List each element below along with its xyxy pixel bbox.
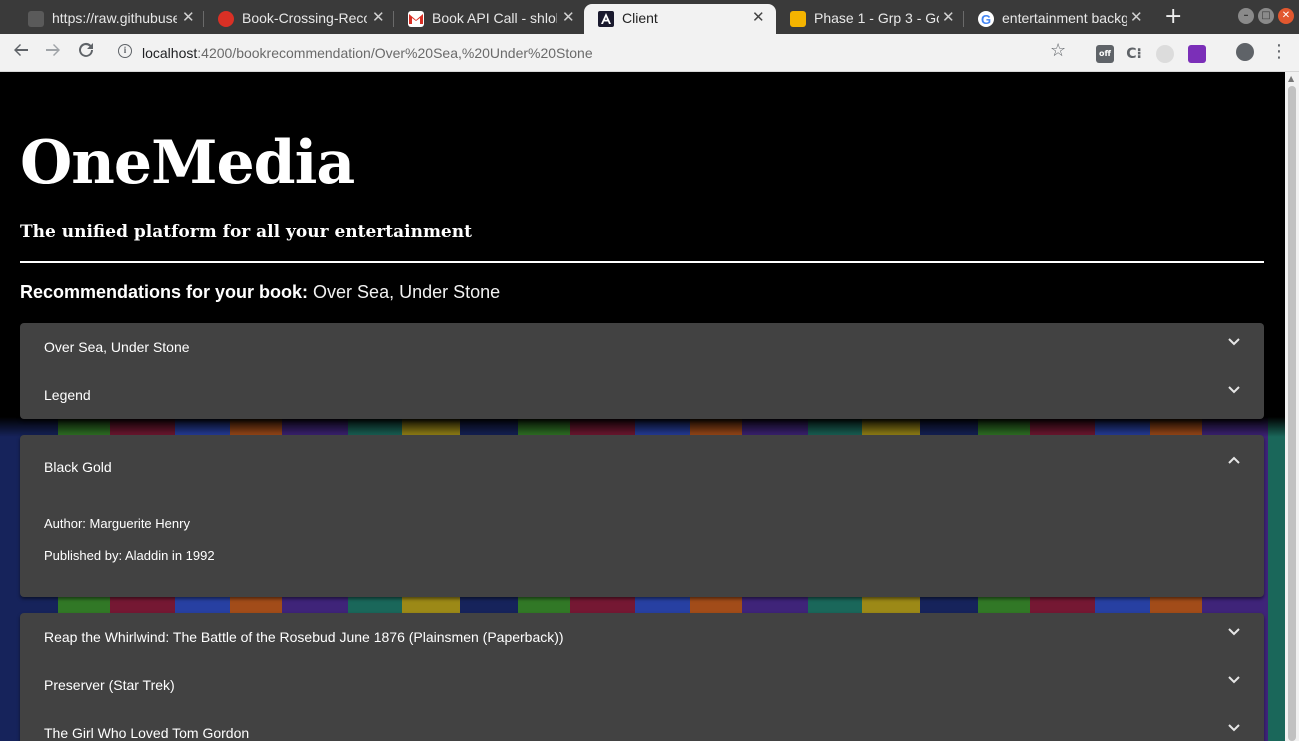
maximize-window-icon[interactable]: □ xyxy=(1258,8,1274,24)
recommendation-panel-header[interactable]: Reap the Whirlwind: The Battle of the Ro… xyxy=(20,613,1264,661)
forward-icon[interactable] xyxy=(44,41,62,64)
tab-title: Client xyxy=(622,10,658,26)
bookmark-star-icon[interactable]: ☆ xyxy=(1050,40,1066,61)
tab-title: Phase 1 - Grp 3 - Google Slides xyxy=(814,10,939,26)
chevron-down-icon[interactable] xyxy=(1228,625,1240,637)
reload-icon[interactable] xyxy=(77,41,95,64)
browser-toolbar: i localhost:4200/bookrecommendation/Over… xyxy=(0,34,1299,72)
recommendation-panel-expanded: Black Gold Author: Marguerite Henry Publ… xyxy=(20,435,1264,597)
extension-off-label: off xyxy=(1099,49,1111,58)
chevron-down-icon[interactable] xyxy=(1228,335,1240,347)
close-tab-icon[interactable]: ✕ xyxy=(752,8,765,26)
extension-off-icon[interactable]: off xyxy=(1096,45,1114,63)
selected-book-title: Over Sea, Under Stone xyxy=(313,282,501,302)
recommendation-panel-header[interactable]: Black Gold xyxy=(20,435,1264,499)
book-publisher: Published by: Aladdin in 1992 xyxy=(44,548,215,563)
browser-menu-icon[interactable]: ⋮ xyxy=(1270,41,1288,62)
close-window-icon[interactable]: ✕ xyxy=(1278,8,1294,24)
tab-title: entertainment background xyxy=(1002,10,1127,26)
book-title: The Girl Who Loved Tom Gordon xyxy=(44,725,250,741)
chevron-up-icon[interactable] xyxy=(1228,455,1240,467)
slides-icon xyxy=(790,11,806,27)
tab-raw-github[interactable]: https://raw.githubusercontent... ✕ xyxy=(14,4,204,34)
close-tab-icon[interactable]: ✕ xyxy=(562,8,575,26)
book-title: Legend xyxy=(44,387,91,403)
recommendation-accordion: Reap the Whirlwind: The Battle of the Ro… xyxy=(20,613,1264,741)
book-title: Preserver (Star Trek) xyxy=(44,677,175,693)
extension-cs-icon[interactable]: C⁝ xyxy=(1125,45,1143,63)
gmail-icon xyxy=(408,11,424,27)
page-scrollbar[interactable]: ▲ xyxy=(1285,72,1299,741)
chevron-down-icon[interactable] xyxy=(1228,721,1240,733)
recommendation-panel-header[interactable]: Over Sea, Under Stone xyxy=(20,323,1264,371)
back-icon[interactable] xyxy=(12,41,30,64)
book-details: Author: Marguerite Henry Published by: A… xyxy=(20,499,1264,563)
close-tab-icon[interactable]: ✕ xyxy=(372,8,385,26)
brand-tagline: The unified platform for all your entert… xyxy=(20,222,472,242)
chevron-down-icon[interactable] xyxy=(1228,383,1240,395)
google-icon: G xyxy=(978,11,994,27)
minimize-window-icon[interactable]: – xyxy=(1238,8,1254,24)
tab-google-slides[interactable]: Phase 1 - Grp 3 - Google Slides ✕ xyxy=(776,4,964,34)
tab-google-search[interactable]: G entertainment background ✕ xyxy=(964,4,1152,34)
book-title: Over Sea, Under Stone xyxy=(44,339,190,355)
book-author: Author: Marguerite Henry xyxy=(44,516,190,531)
tab-title: Book-Crossing-Recommendation xyxy=(242,10,367,26)
recommendation-panel-header[interactable]: Preserver (Star Trek) xyxy=(20,661,1264,709)
recommendations-label: Recommendations for your book: xyxy=(20,282,309,302)
recommendation-panel-header[interactable]: The Girl Who Loved Tom Gordon xyxy=(20,709,1264,741)
close-tab-icon[interactable]: ✕ xyxy=(182,8,195,26)
chevron-down-icon[interactable] xyxy=(1228,673,1240,685)
url-text: localhost:4200/bookrecommendation/Over%2… xyxy=(142,45,593,61)
site-info-icon[interactable]: i xyxy=(118,44,132,58)
header-divider xyxy=(20,261,1264,263)
tab-strip: https://raw.githubusercontent... ✕ Book-… xyxy=(0,0,1299,34)
app-favicon-icon xyxy=(218,11,234,27)
recommendation-accordion: Over Sea, Under Stone Legend xyxy=(20,323,1264,419)
recommendations-heading: Recommendations for your book: Over Sea,… xyxy=(20,282,500,303)
profile-avatar-icon[interactable] xyxy=(1236,43,1254,61)
angular-icon xyxy=(598,11,614,27)
tab-client[interactable]: Client ✕ xyxy=(584,4,776,34)
scroll-up-icon[interactable]: ▲ xyxy=(1288,74,1294,83)
book-title: Black Gold xyxy=(44,459,112,475)
close-tab-icon[interactable]: ✕ xyxy=(942,8,955,26)
tab-book-crossing[interactable]: Book-Crossing-Recommendation ✕ xyxy=(204,4,394,34)
tab-gmail[interactable]: Book API Call - shlok ✕ xyxy=(394,4,584,34)
address-bar[interactable]: i localhost:4200/bookrecommendation/Over… xyxy=(108,37,1082,69)
tab-title: Book API Call - shlok xyxy=(432,10,557,26)
recommendation-panel-header[interactable]: Legend xyxy=(20,371,1264,419)
url-host: localhost xyxy=(142,45,198,61)
book-title: Reap the Whirlwind: The Battle of the Ro… xyxy=(44,629,564,645)
extension-cube-icon[interactable] xyxy=(1188,45,1206,63)
extension-circle-icon[interactable] xyxy=(1156,45,1174,63)
tab-title: https://raw.githubusercontent... xyxy=(52,10,177,26)
file-icon xyxy=(28,11,44,27)
background-fade xyxy=(0,417,1285,437)
close-tab-icon[interactable]: ✕ xyxy=(1130,8,1143,26)
brand-title: OneMedia xyxy=(20,128,355,198)
page-viewport: OneMedia The unified platform for all yo… xyxy=(0,72,1285,741)
new-tab-button[interactable]: + xyxy=(1164,4,1182,29)
scrollbar-thumb[interactable] xyxy=(1288,86,1296,741)
url-path: :4200/bookrecommendation/Over%20Sea,%20U… xyxy=(197,45,593,61)
svg-text:G: G xyxy=(981,12,991,27)
